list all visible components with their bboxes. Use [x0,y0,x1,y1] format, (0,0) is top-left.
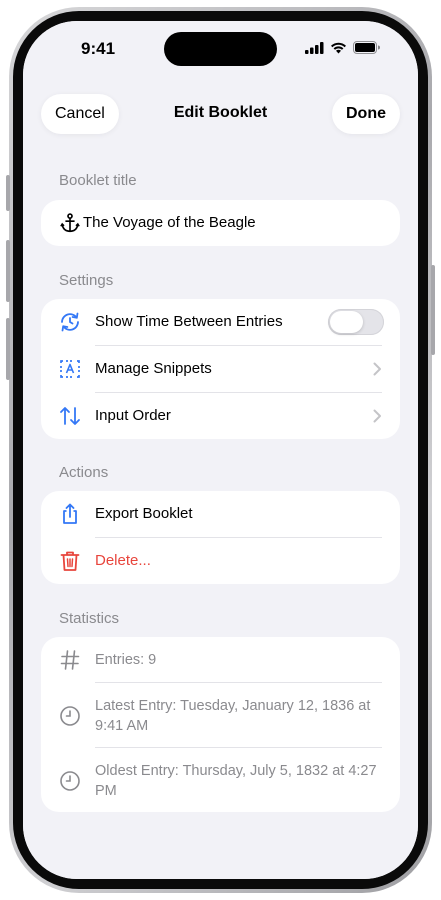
status-bar: 9:41 [23,21,418,79]
clock-arrows-icon [61,312,79,332]
volume-down-button [6,318,10,380]
done-button[interactable]: Done [332,94,400,134]
statistics-card: Entries: 9 Latest Entry: Tuesday, Januar… [41,637,400,812]
manage-snippets-label: Manage Snippets [95,360,212,377]
wifi-icon [331,42,346,53]
dynamic-island [164,32,277,66]
volume-up-button [6,240,10,302]
settings-header: Settings [59,272,114,289]
booklet-title-header: Booklet title [59,172,137,189]
show-time-label: Show Time Between Entries [95,313,283,330]
delete-row[interactable]: Delete... [41,538,400,584]
stat-latest-row: Latest Entry: Tuesday, January 12, 1836 … [41,683,400,748]
stat-oldest-row: Oldest Entry: Thursday, July 5, 1832 at … [41,748,400,812]
settings-row-input-order[interactable]: Input Order [41,393,400,439]
input-order-label: Input Order [95,407,171,424]
edit-booklet-sheet: Cancel Edit Booklet Done Booklet title T… [23,77,418,879]
settings-row-manage-snippets[interactable]: Manage Snippets [41,346,400,392]
text-box-icon [60,360,80,378]
toggle-knob [330,311,363,333]
export-booklet-label: Export Booklet [95,505,193,522]
status-time: 9:41 [81,39,116,58]
settings-card: Show Time Between Entries Manage Snippet… [41,299,400,439]
chevron-right-icon [373,409,381,423]
actions-card: Export Booklet Delete... [41,491,400,584]
hash-icon [60,650,80,670]
screen: 9:41 Cancel Edit Booklet Done Booklet ti… [23,21,418,879]
up-down-arrows-icon [60,407,80,425]
chevron-right-icon [373,362,381,376]
stat-entries-row: Entries: 9 [41,637,400,683]
clock-icon [60,771,80,791]
statistics-header: Statistics [59,610,120,627]
actions-header: Actions [59,464,109,481]
anchor-icon [60,213,80,233]
booklet-title-field[interactable]: The Voyage of the Beagle [41,200,400,246]
action-button [6,175,10,211]
show-time-toggle[interactable] [328,309,384,335]
power-button [431,265,435,355]
export-booklet-row[interactable]: Export Booklet [41,491,400,537]
trash-icon [60,551,80,571]
booklet-title-value: The Voyage of the Beagle [83,214,256,231]
settings-row-show-time[interactable]: Show Time Between Entries [41,299,400,345]
share-icon [63,503,77,524]
clock-icon [60,706,80,726]
stat-latest-entry: Latest Entry: Tuesday, January 12, 1836 … [95,698,371,734]
stat-oldest-entry: Oldest Entry: Thursday, July 5, 1832 at … [95,763,377,799]
status-icons [305,41,380,54]
delete-label: Delete... [95,552,151,569]
cellular-signal-icon [305,41,324,54]
battery-icon [353,41,380,54]
stat-entries: Entries: 9 [95,652,157,668]
